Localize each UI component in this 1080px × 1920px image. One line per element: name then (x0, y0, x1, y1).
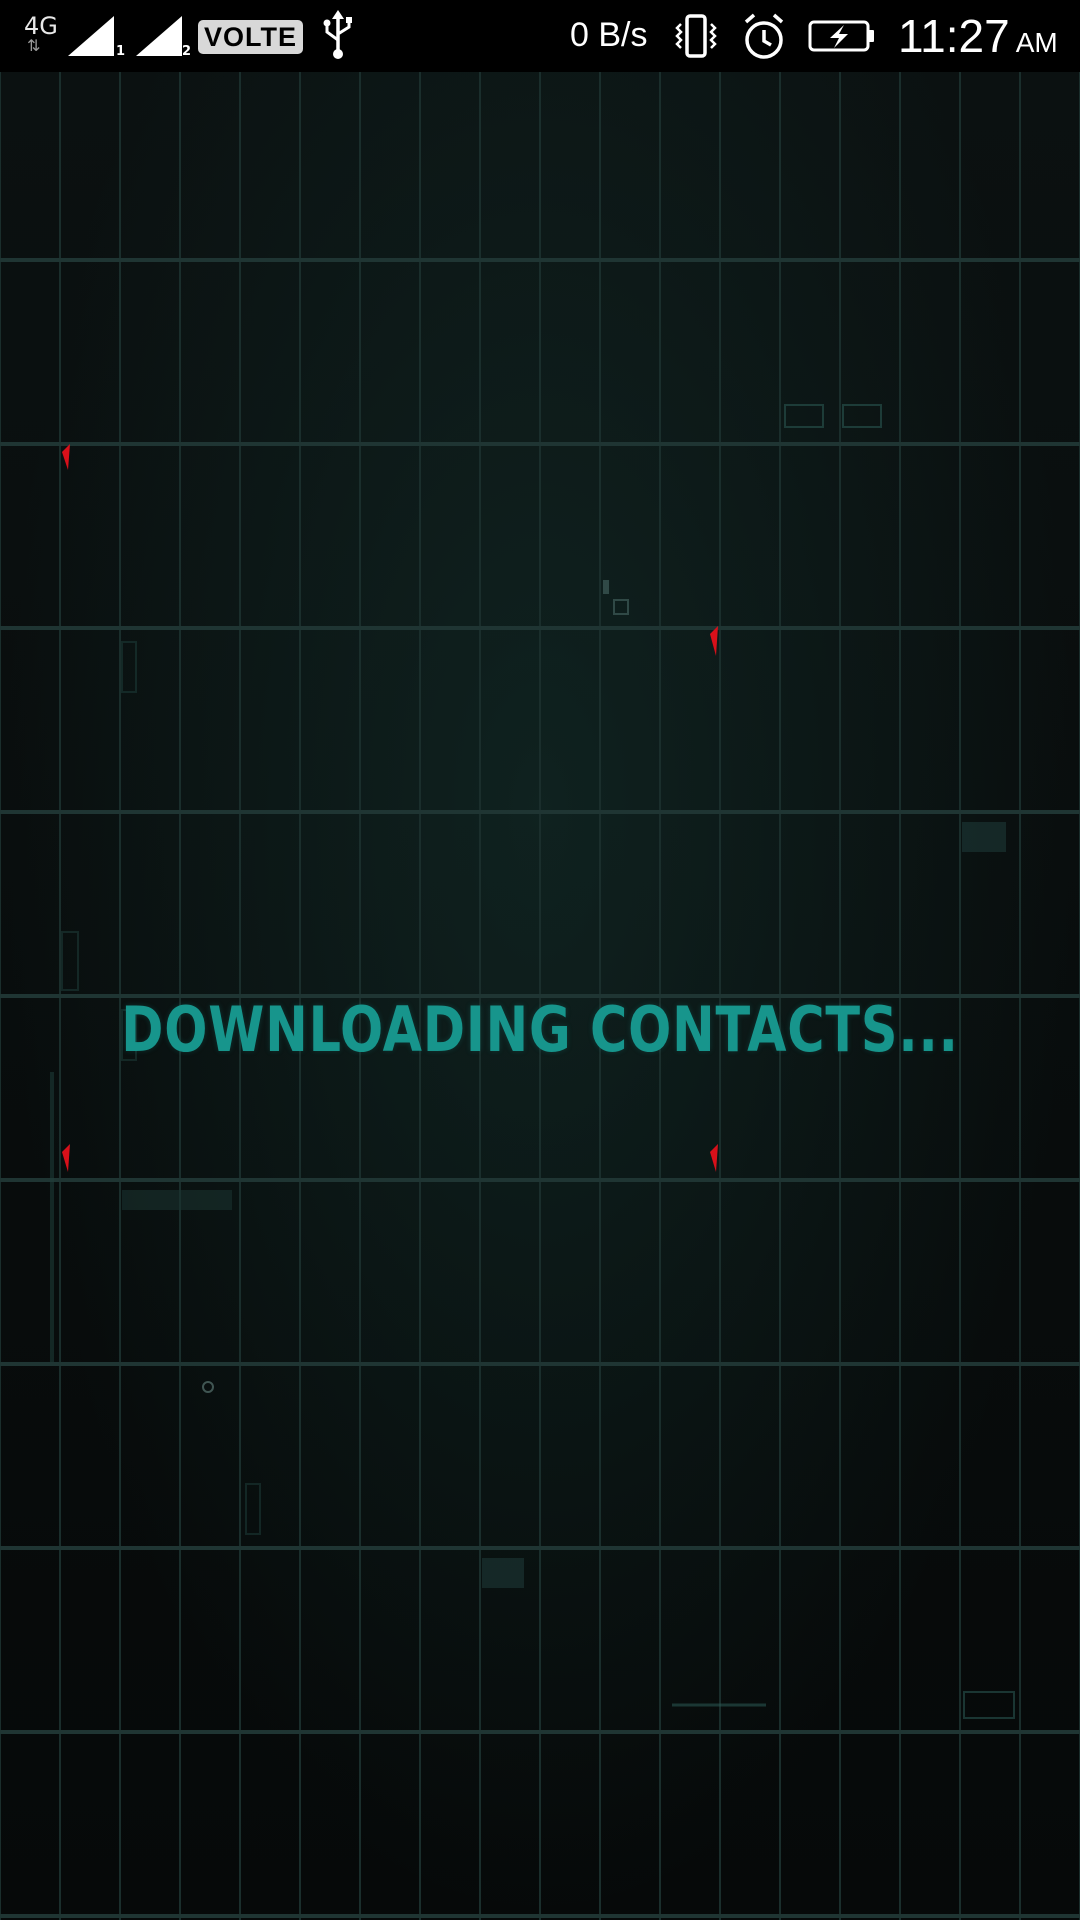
hud-bracket-decoration (121, 641, 137, 693)
clock-time: 11:27 (898, 10, 1010, 62)
network-type-label: 4G (24, 12, 58, 40)
volte-badge: VOLTE (198, 20, 304, 54)
data-activity-icon: ⇅ (27, 36, 40, 55)
status-bar: 4G ⇅ 1 2 VOLTE 0 B/s 11:27 AM (0, 0, 1080, 72)
red-marker-decoration (710, 626, 718, 656)
hud-text-block-decoration (962, 822, 1006, 852)
clock: 11:27 AM (898, 10, 1058, 62)
data-speed-label: 0 B/s (570, 16, 648, 54)
sim2-label: 2 (182, 44, 192, 59)
sim1-label: 1 (116, 44, 126, 59)
red-marker-decoration (710, 1144, 718, 1172)
hud-box-decoration (784, 404, 824, 428)
hud-dot-decoration (202, 1381, 214, 1393)
hud-mark-decoration (613, 599, 629, 615)
screen: 4G ⇅ 1 2 VOLTE 0 B/s 11:27 AM DOWNLOADIN… (0, 0, 1080, 1920)
hud-bar-decoration (122, 1190, 232, 1210)
loading-message: DOWNLOADING CONTACTS... (121, 993, 959, 1066)
hud-mark-decoration (603, 580, 609, 594)
battery-charging-icon (808, 18, 876, 58)
signal-icon (66, 14, 116, 62)
red-marker-decoration (62, 1144, 70, 1172)
vibrate-icon (672, 12, 720, 64)
hud-text-block-decoration (482, 1558, 524, 1588)
clock-ampm: AM (1015, 27, 1058, 58)
red-marker-decoration (62, 444, 70, 470)
hud-bracket-decoration (245, 1483, 261, 1535)
alarm-icon (740, 12, 788, 66)
usb-icon (320, 10, 356, 66)
signal-icon (134, 14, 184, 62)
hud-box-decoration (842, 404, 882, 428)
hud-bracket-decoration (61, 931, 79, 991)
hud-box-decoration (963, 1691, 1015, 1719)
